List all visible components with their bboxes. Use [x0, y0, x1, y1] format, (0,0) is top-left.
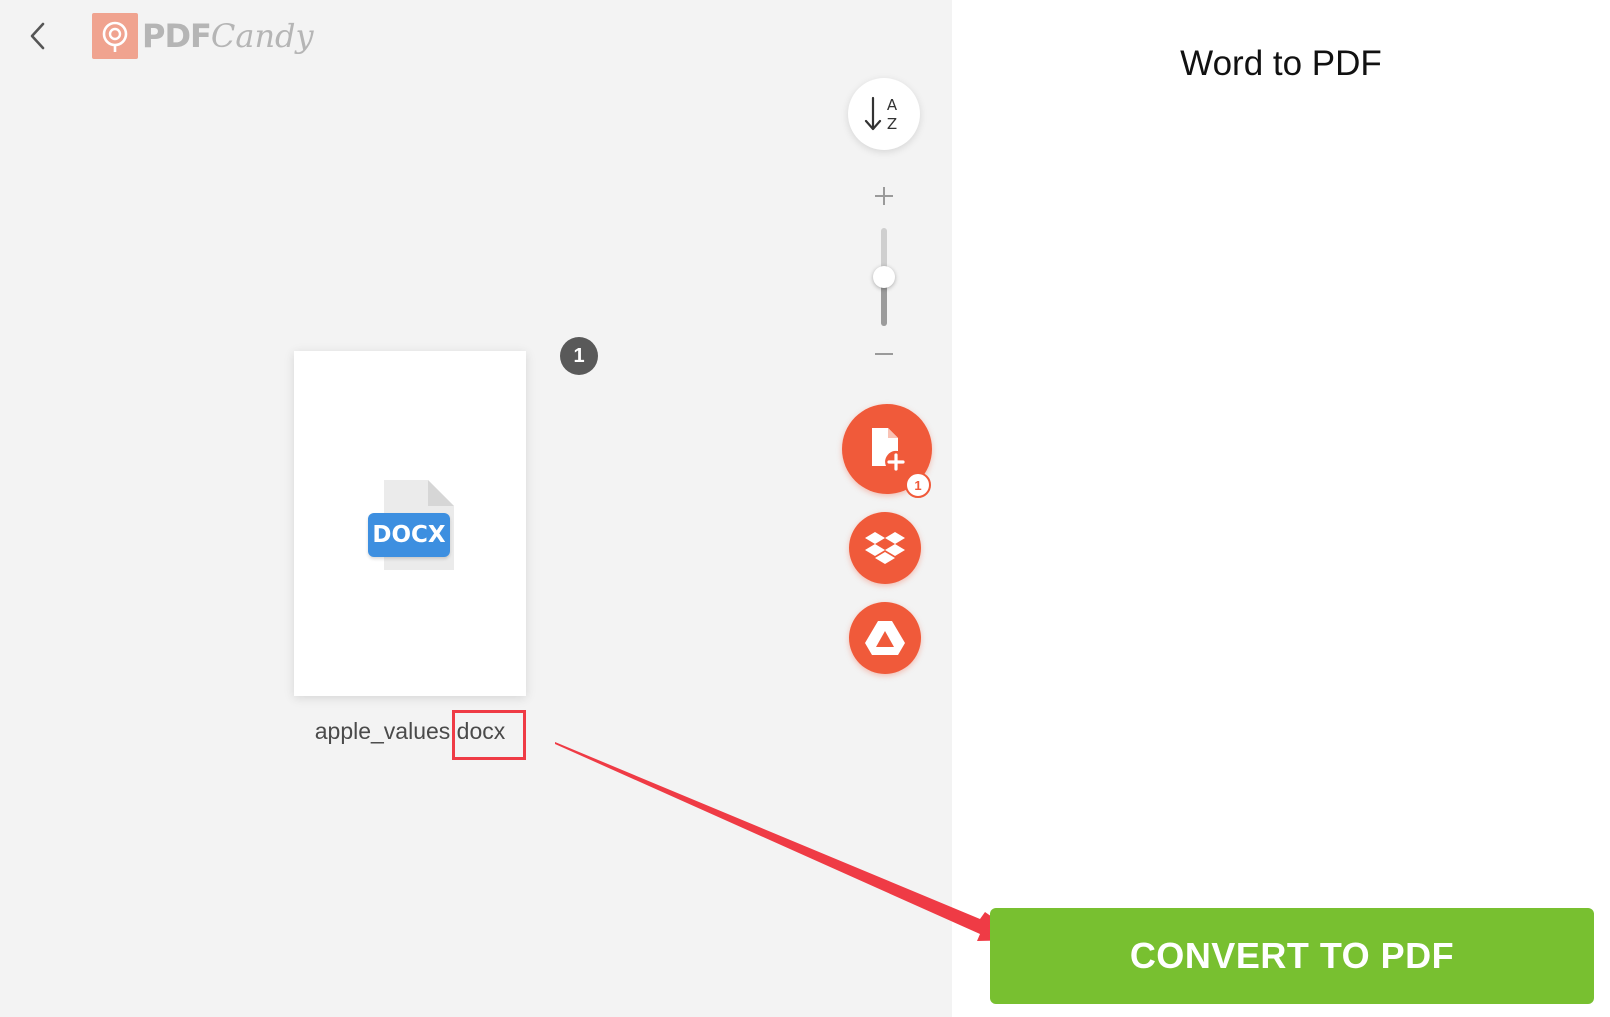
zoom-out-button[interactable]	[872, 342, 896, 366]
file-extension-highlight	[452, 710, 526, 760]
file-thumbnail[interactable]: DOCX	[294, 351, 526, 696]
svg-text:A: A	[887, 96, 898, 114]
file-add-icon	[872, 428, 905, 471]
back-button[interactable]	[22, 20, 54, 52]
tool-title: Word to PDF	[1180, 44, 1382, 83]
file-type-badge: DOCX	[368, 513, 450, 557]
zoom-slider-thumb[interactable]	[873, 266, 895, 288]
logo-candy-text: Candy	[210, 17, 314, 55]
svg-text:Z: Z	[887, 115, 897, 133]
added-files-count-badge: 1	[905, 472, 931, 498]
google-drive-icon	[865, 621, 905, 655]
conversion-panel	[952, 0, 1610, 1017]
plus-icon	[875, 187, 893, 205]
minus-icon	[875, 353, 893, 355]
logo[interactable]: PDF Candy	[92, 12, 314, 60]
sort-alpha-down-icon: A Z	[864, 96, 898, 133]
logo-pdf-text: PDF	[142, 17, 212, 55]
sort-button[interactable]: A Z	[848, 78, 920, 150]
logo-wordmark: PDF Candy	[142, 17, 314, 55]
candy-icon	[92, 13, 138, 59]
google-drive-button[interactable]	[849, 602, 921, 674]
dropbox-icon	[865, 532, 905, 564]
dropbox-button[interactable]	[849, 512, 921, 584]
chevron-left-icon	[30, 22, 45, 50]
convert-to-pdf-button[interactable]: CONVERT TO PDF	[990, 908, 1594, 1004]
zoom-in-button[interactable]	[872, 184, 896, 208]
file-order-badge: 1	[560, 337, 598, 375]
